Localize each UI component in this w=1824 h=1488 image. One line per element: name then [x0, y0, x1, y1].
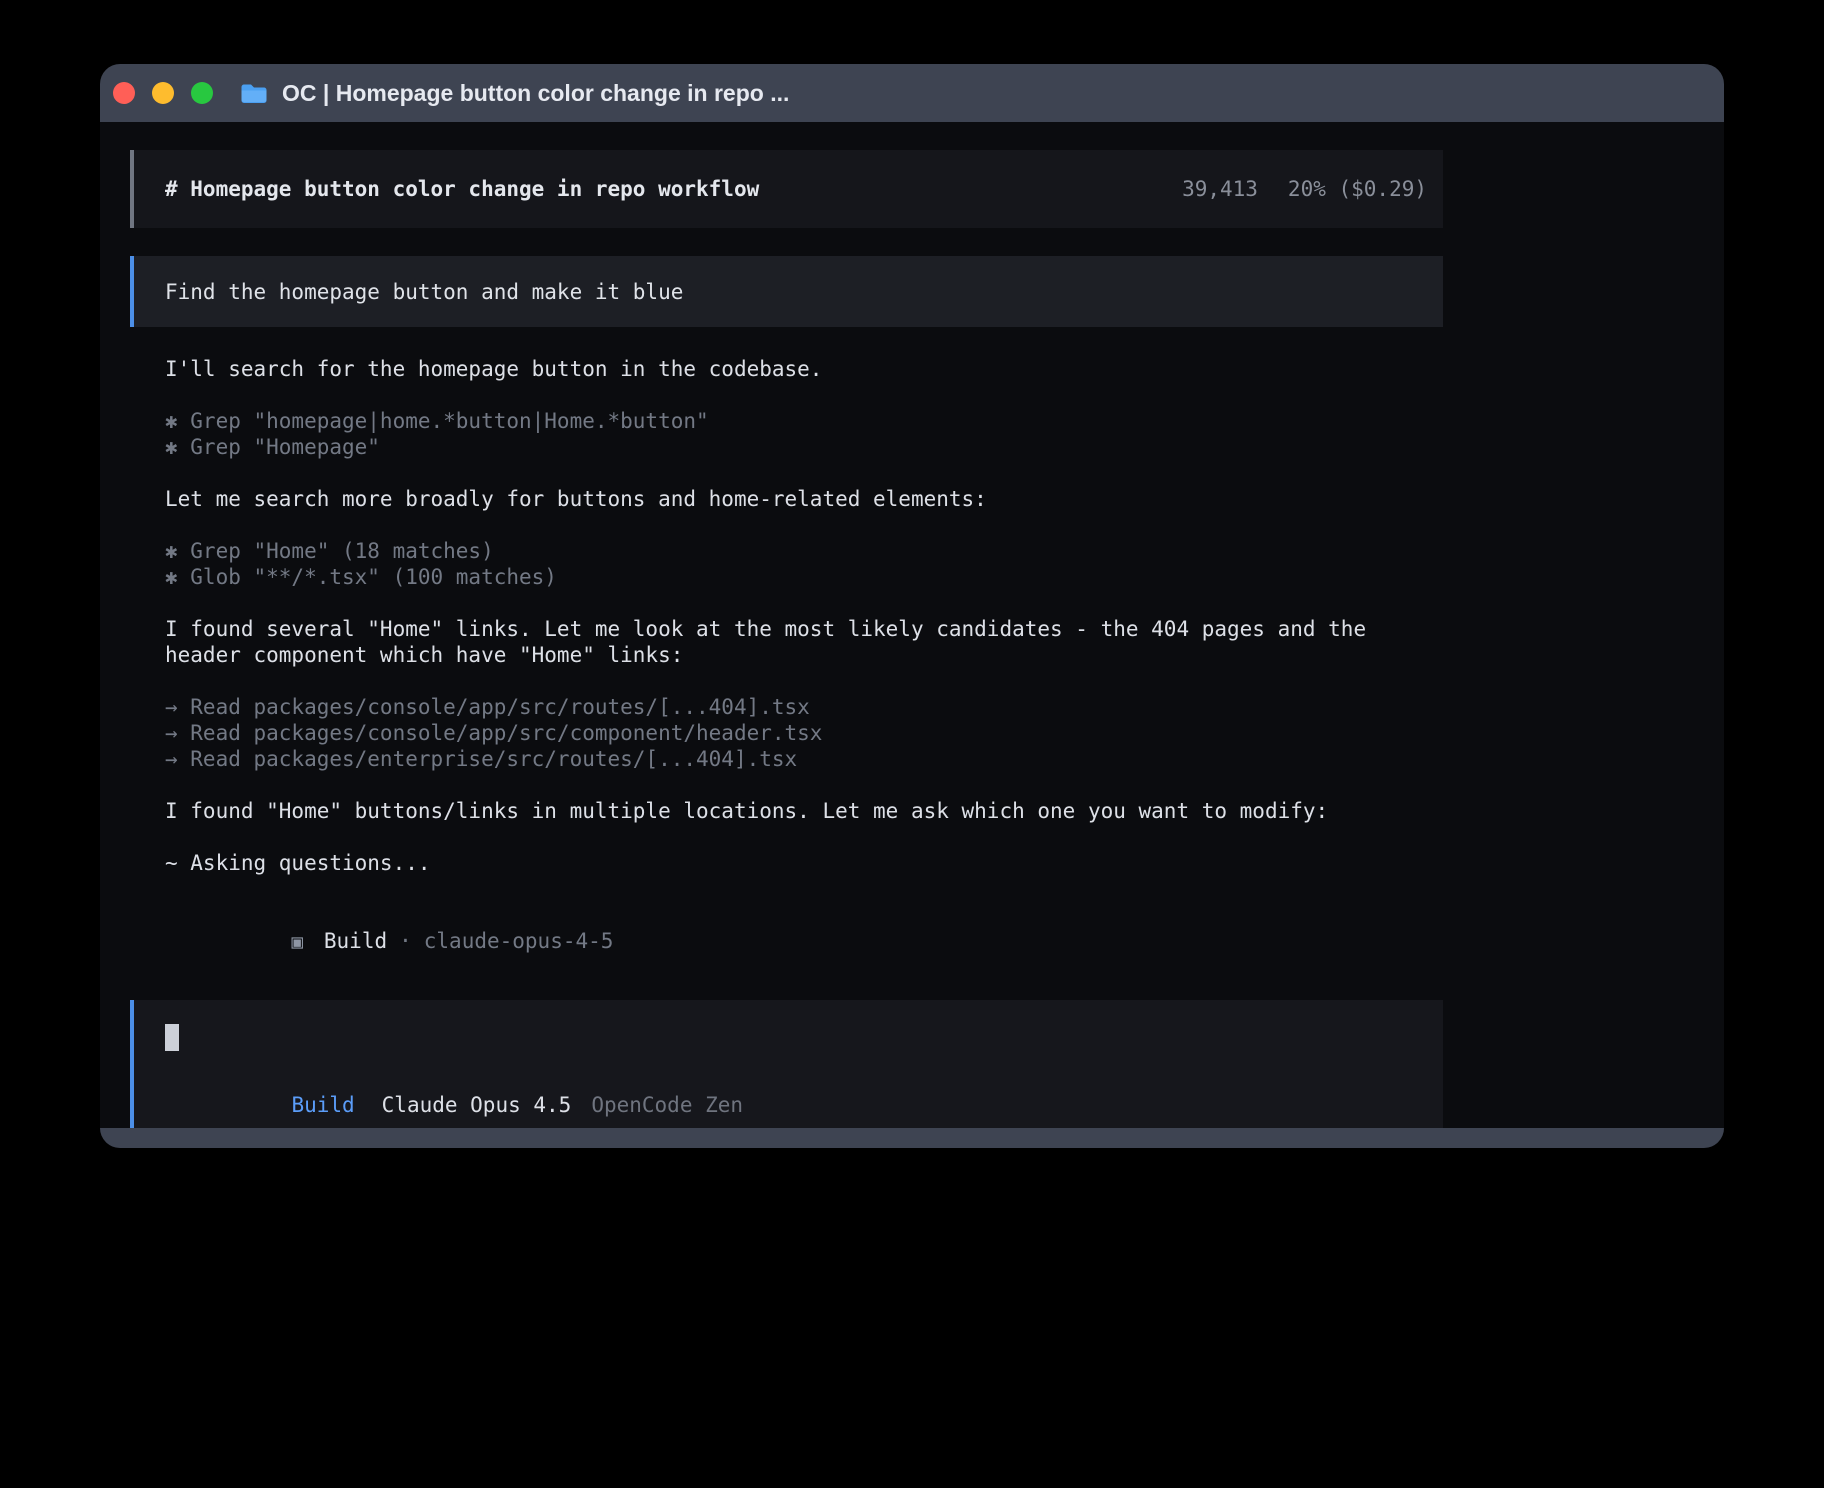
tool-call-read: → Read packages/console/app/src/routes/[…: [165, 694, 1443, 720]
asking-questions-status: ~ Asking questions...: [165, 850, 1443, 876]
tool-call-read: → Read packages/console/app/src/componen…: [165, 720, 1443, 746]
separator-dot: ·: [399, 929, 412, 953]
conversation-transcript: I'll search for the homepage button in t…: [130, 356, 1443, 981]
provider-label: OpenCode Zen: [591, 1093, 743, 1117]
terminal-content: # Homepage button color change in repo w…: [100, 122, 1724, 1128]
terminal-window: OC | Homepage button color change in rep…: [100, 64, 1724, 1148]
editor-footer: Build Claude Opus 4.5 OpenCode Zen: [165, 1069, 1427, 1128]
assistant-text: I'll search for the homepage button in t…: [165, 356, 1443, 382]
session-header: # Homepage button color change in repo w…: [130, 150, 1443, 228]
zoom-button[interactable]: [191, 82, 213, 104]
assistant-text: I found several "Home" links. Let me loo…: [165, 616, 1443, 642]
prompt-input[interactable]: Build Claude Opus 4.5 OpenCode Zen: [130, 1000, 1443, 1128]
assistant-message: I found "Home" buttons/links in multiple…: [165, 798, 1443, 824]
window-bottom-edge: [100, 1128, 1724, 1148]
assistant-text: Let me search more broadly for buttons a…: [165, 486, 1443, 512]
tool-call-group: → Read packages/console/app/src/routes/[…: [165, 694, 1443, 772]
tool-call-group: ✱ Grep "homepage|home.*button|Home.*butt…: [165, 408, 1443, 460]
assistant-message: Let me search more broadly for buttons a…: [165, 486, 1443, 512]
token-count: 39,413: [1182, 177, 1258, 201]
assistant-message: I found several "Home" links. Let me loo…: [165, 616, 1443, 668]
close-button[interactable]: [113, 82, 135, 104]
context-usage-cost: 20% ($0.29): [1288, 177, 1427, 201]
agent-icon: ▣: [291, 931, 302, 953]
session-stats: 39,413 20% ($0.29): [1182, 177, 1427, 201]
session-title: # Homepage button color change in repo w…: [165, 177, 759, 201]
window-titlebar[interactable]: OC | Homepage button color change in rep…: [100, 64, 1724, 122]
minimize-button[interactable]: [152, 82, 174, 104]
tool-call-grep: ✱ Grep "Homepage": [165, 434, 1443, 460]
user-message: Find the homepage button and make it blu…: [130, 256, 1443, 327]
agent-name: Build: [324, 929, 387, 953]
tool-call-grep: ✱ Grep "Home" (18 matches): [165, 538, 1443, 564]
user-message-text: Find the homepage button and make it blu…: [165, 280, 683, 304]
status-text: ~ Asking questions...: [165, 850, 1443, 876]
tool-call-grep: ✱ Grep "homepage|home.*button|Home.*butt…: [165, 408, 1443, 434]
assistant-text: I found "Home" buttons/links in multiple…: [165, 798, 1443, 824]
window-title: OC | Homepage button color change in rep…: [282, 80, 789, 107]
folder-icon: [240, 82, 268, 104]
text-cursor: [165, 1024, 179, 1051]
active-agent-label: Build: [291, 1093, 354, 1117]
tool-call-group: ✱ Grep "Home" (18 matches) ✱ Glob "**/*.…: [165, 538, 1443, 590]
assistant-text: header component which have "Home" links…: [165, 642, 1443, 668]
agent-status-line: ▣ Build · claude-opus-4-5: [165, 902, 1443, 981]
tool-call-read: → Read packages/enterprise/src/routes/[.…: [165, 746, 1443, 772]
active-model-label: Claude Opus 4.5: [382, 1093, 572, 1117]
agent-model: claude-opus-4-5: [424, 929, 614, 953]
assistant-message: I'll search for the homepage button in t…: [165, 356, 1443, 382]
tool-call-glob: ✱ Glob "**/*.tsx" (100 matches): [165, 564, 1443, 590]
